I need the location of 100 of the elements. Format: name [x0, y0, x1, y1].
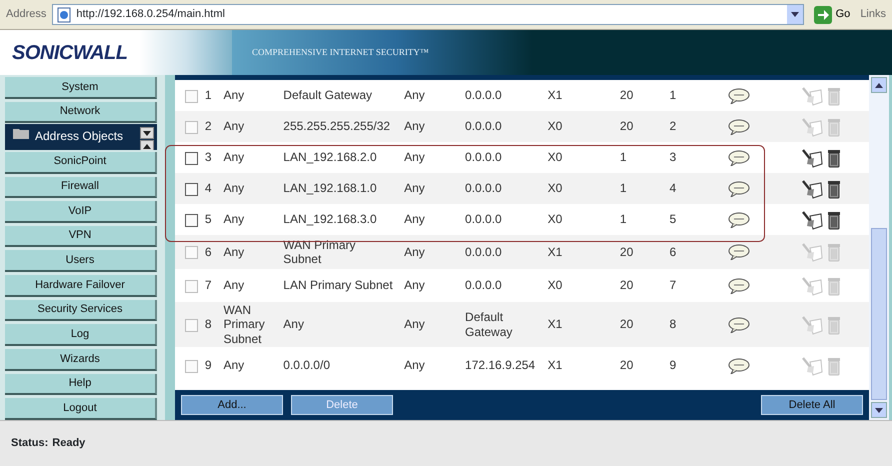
nav-button[interactable]: VPN: [5, 226, 157, 248]
trash-icon[interactable]: [826, 178, 841, 198]
table-cell: Any: [400, 204, 462, 235]
footer-button[interactable]: Add...: [181, 395, 283, 415]
table-cell: 20: [616, 80, 666, 111]
row-checkbox[interactable]: [185, 90, 198, 103]
table-cell: 4: [202, 173, 222, 204]
nav-button[interactable]: Users: [5, 250, 157, 272]
table-cell: 1: [202, 80, 222, 111]
row-checkbox[interactable]: [185, 246, 198, 260]
nav-button[interactable]: Logout: [5, 398, 157, 420]
row-checkbox[interactable]: [185, 152, 198, 165]
table-cell: WAN Primary Subnet: [221, 302, 280, 347]
table-cell: 0.0.0.0: [461, 204, 544, 235]
table-cell: X0: [544, 142, 616, 173]
table-cell: 20: [616, 269, 666, 302]
comment-icon[interactable]: [728, 358, 750, 374]
table-cell: 0.0.0.0: [461, 142, 544, 173]
row-checkbox[interactable]: [185, 360, 198, 373]
table-cell: 3: [202, 142, 222, 173]
table-cell: X1: [544, 235, 616, 269]
table-cell: 2: [202, 111, 222, 142]
edit-icon[interactable]: [800, 210, 823, 230]
nav-button[interactable]: Network: [5, 102, 157, 124]
comment-icon[interactable]: [728, 212, 750, 228]
nav-button[interactable]: Firewall: [5, 176, 157, 198]
table-cell: LAN_192.168.1.0: [279, 173, 400, 204]
address-field[interactable]: http://192.168.0.254/main.html: [52, 4, 804, 25]
nav-button[interactable]: System: [5, 77, 157, 99]
table-cell: Any: [400, 302, 462, 347]
table-cell: 0.0.0.0: [461, 269, 544, 302]
nav-button[interactable]: VoIP: [5, 201, 157, 223]
comment-icon[interactable]: [728, 244, 750, 260]
comment-icon[interactable]: [728, 88, 750, 104]
nav-button[interactable]: Log: [5, 324, 157, 346]
table-cell: 5: [202, 204, 222, 235]
table-cell: 8: [202, 302, 222, 347]
scroll-down-button[interactable]: [871, 402, 887, 418]
table-cell: 0.0.0.0: [461, 111, 544, 142]
table-cell: 9: [202, 347, 222, 384]
table-cell: LAN_192.168.2.0: [279, 142, 400, 173]
table-cell: Default Gateway: [461, 302, 544, 347]
comment-icon[interactable]: [728, 316, 750, 332]
table-cell: LAN_192.168.3.0: [279, 204, 400, 235]
table-cell: 1: [616, 142, 666, 173]
comment-icon[interactable]: [728, 278, 750, 294]
logo-text: SONICWALL: [12, 40, 128, 66]
table-cell: 6: [665, 235, 724, 269]
footer-button[interactable]: Delete All: [761, 395, 863, 415]
table-cell: 0.0.0.0: [461, 235, 544, 269]
dropdown-button[interactable]: [786, 5, 803, 24]
edit-icon[interactable]: [800, 178, 823, 198]
comment-icon[interactable]: [728, 118, 750, 134]
table-cell: 1: [616, 204, 666, 235]
table-cell: X1: [544, 347, 616, 384]
table-cell: 0.0.0.0: [461, 80, 544, 111]
row-checkbox[interactable]: [185, 280, 198, 293]
table-cell: 255.255.255.255/32: [279, 111, 400, 142]
row-checkbox[interactable]: [185, 182, 198, 196]
footer-button: Delete: [291, 395, 393, 415]
table-cell: Any: [400, 142, 462, 173]
table-cell: 20: [616, 347, 666, 384]
scroll-down-button[interactable]: [140, 127, 154, 140]
table-cell: Any: [221, 111, 280, 142]
nav-button[interactable]: Security Services: [5, 300, 157, 322]
table-cell: Any: [400, 347, 462, 384]
folder-icon: [13, 127, 29, 140]
links-label[interactable]: Links: [860, 6, 886, 23]
table-cell: 4: [665, 173, 724, 204]
table-cell: Any: [279, 302, 400, 347]
table-cell: X1: [544, 302, 616, 347]
comment-icon[interactable]: [728, 150, 750, 166]
nav-button[interactable]: Help: [5, 374, 157, 396]
scroll-up-button[interactable]: [140, 140, 154, 150]
caret-icon: [875, 408, 883, 412]
trash-icon[interactable]: [826, 210, 841, 230]
scrollbar[interactable]: [869, 75, 889, 420]
table-cell: 7: [202, 269, 222, 302]
trash-icon[interactable]: [826, 148, 841, 168]
table-cell: X1: [544, 80, 616, 111]
nav-button[interactable]: Wizards: [5, 349, 157, 371]
table-cell: X0: [544, 173, 616, 204]
go-button[interactable]: Go: [810, 6, 854, 24]
table-cell: 7: [665, 269, 724, 302]
table-cell: X0: [544, 204, 616, 235]
scroll-thumb[interactable]: [871, 228, 887, 400]
table-cell: Any: [221, 269, 280, 302]
row-checkbox[interactable]: [185, 120, 198, 134]
edit-icon[interactable]: [800, 148, 823, 168]
nav-button[interactable]: SonicPoint: [5, 152, 157, 174]
table-cell: Any: [221, 173, 280, 204]
row-checkbox[interactable]: [185, 214, 198, 227]
address-label: Address: [6, 7, 46, 22]
table-cell: 1: [616, 173, 666, 204]
submenu-item[interactable]: Address Objects: [35, 127, 134, 146]
comment-icon[interactable]: [728, 180, 750, 196]
table-cell: Any: [221, 347, 280, 384]
row-checkbox[interactable]: [185, 318, 198, 332]
nav-button[interactable]: Hardware Failover: [5, 275, 157, 297]
scroll-up-button[interactable]: [871, 77, 887, 93]
